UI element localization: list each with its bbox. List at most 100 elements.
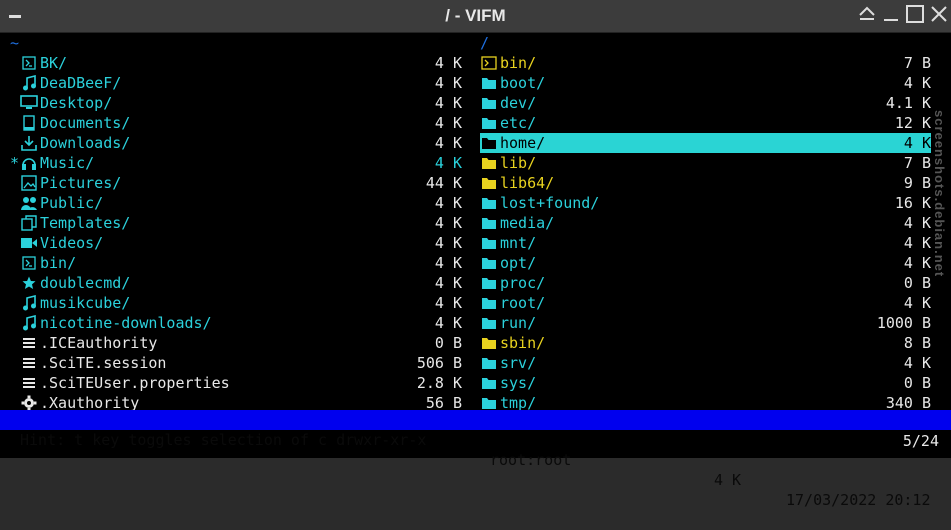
- entry-name: sbin/: [500, 334, 546, 352]
- entry-size: 2.8 K: [416, 374, 462, 392]
- maximize-icon[interactable]: [905, 4, 925, 24]
- entry-name: bin/: [40, 254, 77, 272]
- entry-name: Downloads/: [40, 134, 131, 152]
- shade-icon[interactable]: [857, 4, 877, 24]
- list-item[interactable]: srv/4 K: [480, 353, 931, 373]
- minimize-icon[interactable]: [881, 4, 901, 24]
- music-note-icon: [20, 73, 38, 93]
- status-size: 4 K: [714, 471, 742, 489]
- folder-icon: [480, 113, 498, 133]
- entry-size: 4 K: [434, 94, 462, 112]
- list-item[interactable]: Pictures/44 K: [20, 173, 462, 193]
- left-pane-path: ~: [10, 34, 20, 52]
- list-item[interactable]: dev/4.1 K: [480, 93, 931, 113]
- list-item[interactable]: lib64/9 B: [480, 173, 931, 193]
- list-item[interactable]: opt/4 K: [480, 253, 931, 273]
- list-item[interactable]: Videos/4 K: [20, 233, 462, 253]
- entry-name: boot/: [500, 74, 546, 92]
- entry-size: 16 K: [894, 194, 931, 212]
- entry-size: 4 K: [434, 234, 462, 252]
- entry-size: 4 K: [903, 74, 931, 92]
- entry-size: 506 B: [416, 354, 462, 372]
- marked-indicator: *: [10, 154, 20, 172]
- terminal-folder-icon: [480, 53, 498, 73]
- list-item[interactable]: lib/7 B: [480, 153, 931, 173]
- title-bar: / - VIFM: [0, 0, 951, 33]
- list-item[interactable]: BK/4 K: [20, 53, 462, 73]
- list-item[interactable]: musikcube/4 K: [20, 293, 462, 313]
- entry-size: 4 K: [903, 234, 931, 252]
- entry-size: 1000 B: [876, 314, 931, 332]
- entry-name: .SciTEUser.properties: [40, 374, 230, 392]
- entry-name: Videos/: [40, 234, 104, 252]
- list-item[interactable]: run/1000 B: [480, 313, 931, 333]
- list-item[interactable]: lost+found/16 K: [480, 193, 931, 213]
- list-item[interactable]: nicotine-downloads/4 K: [20, 313, 462, 333]
- entry-name: Public/: [40, 194, 104, 212]
- entry-name: .ICEauthority: [40, 334, 158, 352]
- entry-name: nicotine-downloads/: [40, 314, 212, 332]
- entry-size: 4 K: [903, 294, 931, 312]
- list-item[interactable]: DeaDBeeF/4 K: [20, 73, 462, 93]
- folder-icon: [480, 273, 498, 293]
- list-item[interactable]: root/4 K: [480, 293, 931, 313]
- list-item[interactable]: Desktop/4 K: [20, 93, 462, 113]
- folder-icon: [480, 93, 498, 113]
- list-item[interactable]: .SciTEUser.properties 2.8 K: [20, 373, 462, 393]
- entry-name: BK/: [40, 54, 68, 72]
- status-hint: Hint: t key toggles selection of c drwxr…: [20, 431, 427, 449]
- list-item[interactable]: Templates/4 K: [20, 213, 462, 233]
- entry-name: Desktop/: [40, 94, 113, 112]
- image-icon: [20, 173, 38, 193]
- list-item[interactable]: doublecmd/4 K: [20, 273, 462, 293]
- lines-icon: [20, 333, 38, 353]
- folder-icon: [480, 133, 498, 153]
- list-item[interactable]: Downloads/4 K: [20, 133, 462, 153]
- entry-size: 0 B: [434, 334, 462, 352]
- entry-size: 4 K: [434, 314, 462, 332]
- list-item[interactable]: boot/4 K: [480, 73, 931, 93]
- list-item[interactable]: media/4 K: [480, 213, 931, 233]
- list-item[interactable]: sys/0 B: [480, 373, 931, 393]
- entry-size: 4 K: [903, 354, 931, 372]
- list-item[interactable]: * Music/4 K: [10, 153, 462, 173]
- vifm-window: / - VIFM ~ / BK/4 K DeaDBeeF/4 K Desktop/4…: [0, 0, 951, 509]
- entry-name: sys/: [500, 374, 537, 392]
- entry-name: doublecmd/: [40, 274, 131, 292]
- folder-icon: [480, 173, 498, 193]
- download-icon: [20, 133, 38, 153]
- list-item[interactable]: Public/4 K: [20, 193, 462, 213]
- list-item[interactable]: bin/7 B: [480, 53, 931, 73]
- music-note-icon: [20, 293, 38, 313]
- folder-icon: [480, 193, 498, 213]
- list-item[interactable]: proc/0 B: [480, 273, 931, 293]
- entry-name: lost+found/: [500, 194, 600, 212]
- list-item-selected[interactable]: home/4 K: [480, 133, 931, 153]
- list-item[interactable]: etc/12 K: [480, 113, 931, 133]
- entry-size: 4 K: [434, 74, 462, 92]
- list-item[interactable]: .SciTE.session 506 B: [20, 353, 462, 373]
- list-item[interactable]: bin/4 K: [20, 253, 462, 273]
- lines-icon: [20, 353, 38, 373]
- list-item[interactable]: .ICEauthority 0 B: [20, 333, 462, 353]
- entry-name: bin/: [500, 54, 537, 72]
- entry-size: 4 K: [434, 274, 462, 292]
- folder-icon: [480, 333, 498, 353]
- entry-size: 4 K: [434, 294, 462, 312]
- entry-name: lib/: [500, 154, 537, 172]
- music-note-icon: [20, 313, 38, 333]
- close-icon[interactable]: [929, 4, 949, 24]
- document-icon: [20, 113, 38, 133]
- list-item[interactable]: mnt/4 K: [480, 233, 931, 253]
- list-item[interactable]: Documents/4 K: [20, 113, 462, 133]
- position-indicator: 5/24: [902, 432, 939, 450]
- status-owner: root:root: [490, 451, 572, 469]
- entry-name: run/: [500, 314, 537, 332]
- entry-name: musikcube/: [40, 294, 131, 312]
- terminal-area: ~ / BK/4 K DeaDBeeF/4 K Desktop/4 K Documen…: [0, 33, 951, 509]
- entry-size: 0 B: [903, 374, 931, 392]
- list-item[interactable]: sbin/8 B: [480, 333, 931, 353]
- entry-size: 8 B: [903, 334, 931, 352]
- entry-size: 4.1 K: [885, 94, 931, 112]
- folder-icon: [480, 153, 498, 173]
